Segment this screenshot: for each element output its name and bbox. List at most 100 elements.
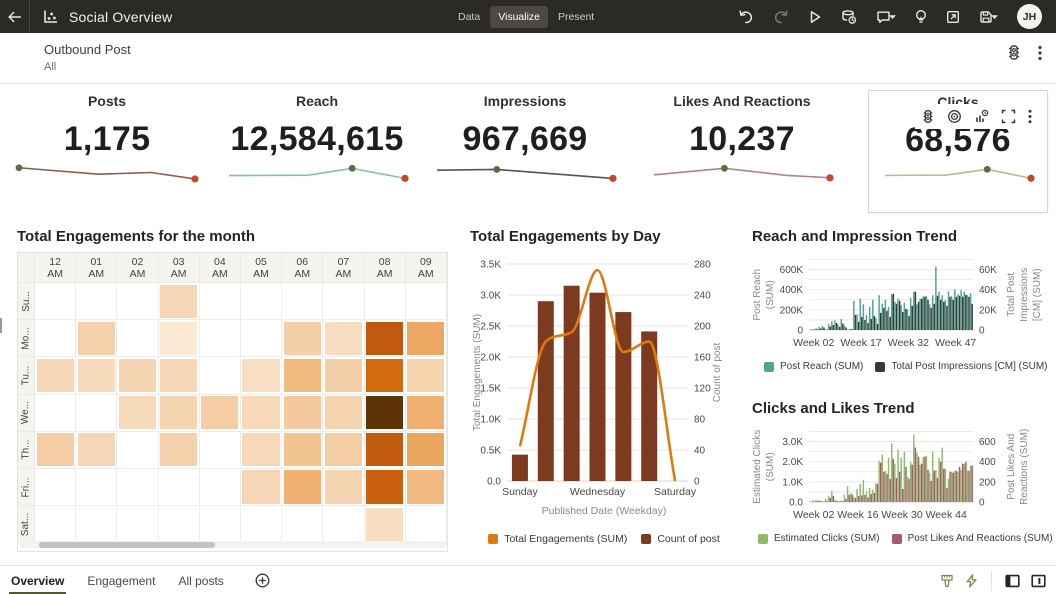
trend-bar-series1[interactable] bbox=[869, 307, 870, 330]
trend-bar-series1[interactable] bbox=[863, 304, 864, 330]
trend-bar-series2[interactable] bbox=[880, 463, 881, 502]
trend-bar-series2[interactable] bbox=[883, 472, 884, 502]
combo-bar[interactable] bbox=[538, 301, 554, 481]
trend-bar-series1[interactable] bbox=[825, 499, 826, 502]
trend-bar-series1[interactable] bbox=[885, 300, 886, 330]
trend-bar-series2[interactable] bbox=[845, 499, 846, 502]
heatmap-cell[interactable] bbox=[159, 469, 200, 506]
heatmap-cell[interactable] bbox=[35, 432, 76, 469]
trend-bar-series1[interactable] bbox=[834, 500, 835, 502]
heatmap-cell[interactable] bbox=[200, 469, 241, 506]
trend-bar-series2[interactable] bbox=[927, 470, 928, 502]
trend-bar-series1[interactable] bbox=[897, 450, 898, 502]
trend-bar-series2[interactable] bbox=[877, 324, 878, 330]
trend-bar-series2[interactable] bbox=[830, 498, 831, 502]
trend-bar-series2[interactable] bbox=[845, 327, 846, 330]
trend-bar-series2[interactable] bbox=[836, 323, 837, 330]
trend-bar-series1[interactable] bbox=[853, 301, 854, 330]
trend-bar-series2[interactable] bbox=[867, 323, 868, 330]
add-canvas-button[interactable] bbox=[253, 571, 272, 590]
trend-bar-series2[interactable] bbox=[959, 296, 960, 330]
trend-bar-series2[interactable] bbox=[855, 498, 856, 502]
heatmap-column-header[interactable]: 04 AM bbox=[200, 253, 241, 283]
trend-bar-series2[interactable] bbox=[893, 294, 894, 330]
trend-bar-series1[interactable] bbox=[859, 299, 860, 330]
kpi-tile-posts[interactable]: Posts1,175 bbox=[3, 90, 211, 213]
trend-bar-series1[interactable] bbox=[932, 295, 933, 330]
trend-bar-series1[interactable] bbox=[815, 328, 816, 330]
trend-bar-series1[interactable] bbox=[929, 304, 930, 330]
trend-bar-series1[interactable] bbox=[882, 455, 883, 502]
tab-present[interactable]: Present bbox=[550, 6, 602, 28]
heatmap-cell[interactable] bbox=[35, 357, 76, 394]
heatmap-cell[interactable] bbox=[241, 506, 282, 543]
trend-bar-series1[interactable] bbox=[828, 496, 829, 502]
combo-bar[interactable] bbox=[590, 293, 606, 481]
trend-bar-series2[interactable] bbox=[864, 320, 865, 330]
trend-bar-series2[interactable] bbox=[886, 474, 887, 502]
heatmap-cell[interactable] bbox=[200, 395, 241, 432]
heatmap-column-header[interactable]: 09 AM bbox=[406, 253, 447, 283]
heatmap-row-header[interactable]: Th... bbox=[18, 432, 35, 469]
trend-bar-series2[interactable] bbox=[886, 311, 887, 330]
trend-bar-series2[interactable] bbox=[833, 496, 834, 502]
heatmap-cell[interactable] bbox=[365, 320, 406, 357]
trend-bar-series1[interactable] bbox=[913, 292, 914, 330]
tile-auto-insights-button[interactable] bbox=[972, 107, 991, 126]
trend-bar-series2[interactable] bbox=[842, 323, 843, 330]
trend-bar-series2[interactable] bbox=[937, 478, 938, 502]
heatmap-cell[interactable] bbox=[76, 283, 117, 320]
trend-bar-series1[interactable] bbox=[891, 444, 892, 502]
undo-button[interactable] bbox=[735, 7, 757, 27]
trend-bar-series2[interactable] bbox=[889, 479, 890, 502]
trend-bar-series1[interactable] bbox=[916, 304, 917, 330]
trend-bar-series1[interactable] bbox=[844, 325, 845, 330]
heatmap-h-scroll-thumb[interactable] bbox=[39, 542, 215, 548]
heatmap-cell[interactable] bbox=[323, 320, 364, 357]
heatmap-cell[interactable] bbox=[406, 357, 447, 394]
trend-bar-series1[interactable] bbox=[888, 458, 889, 502]
trend-bar-series2[interactable] bbox=[962, 464, 963, 502]
heatmap-row-header[interactable]: Sat... bbox=[18, 506, 35, 543]
legend-item[interactable]: Estimated Clicks (SUM) bbox=[758, 533, 880, 544]
trend-bar-series2[interactable] bbox=[924, 457, 925, 502]
heatmap-cell[interactable] bbox=[76, 506, 117, 543]
trend-bar-series1[interactable] bbox=[923, 457, 924, 502]
trend-bar-series2[interactable] bbox=[937, 296, 938, 330]
trend-bar-series1[interactable] bbox=[945, 469, 946, 502]
trend-bar-series1[interactable] bbox=[831, 491, 832, 502]
trend-bar-series1[interactable] bbox=[859, 484, 860, 502]
trend-bar-series2[interactable] bbox=[949, 297, 950, 330]
legend-item[interactable]: Count of post bbox=[641, 533, 719, 545]
trend-bar-series1[interactable] bbox=[945, 300, 946, 330]
trend-bar-series2[interactable] bbox=[965, 462, 966, 502]
heatmap-cell[interactable] bbox=[406, 395, 447, 432]
trend-bar-series1[interactable] bbox=[910, 298, 911, 330]
canvas-tab-all-posts[interactable]: All posts bbox=[176, 566, 225, 594]
heatmap-row-header[interactable]: Tu... bbox=[18, 357, 35, 394]
theme-brush-button[interactable] bbox=[937, 571, 957, 591]
trend-bar-series2[interactable] bbox=[959, 467, 960, 502]
trend-bar-series1[interactable] bbox=[888, 307, 889, 330]
trend-bar-series2[interactable] bbox=[934, 471, 935, 502]
trend-bar-series2[interactable] bbox=[934, 304, 935, 330]
trend-bar-series1[interactable] bbox=[919, 299, 920, 330]
trend-bar-series1[interactable] bbox=[894, 464, 895, 502]
trend-bar-series1[interactable] bbox=[897, 299, 898, 330]
trend-bar-series1[interactable] bbox=[926, 296, 927, 330]
trend-bar-series2[interactable] bbox=[830, 326, 831, 330]
heatmap-panel[interactable]: 12 AM01 AM02 AM03 AM04 AM05 AM06 AM07 AM… bbox=[17, 252, 448, 552]
heatmap-column-header[interactable]: 06 AM bbox=[282, 253, 323, 283]
user-avatar[interactable]: JH bbox=[1017, 4, 1042, 29]
filter-bar-menu-button[interactable] bbox=[1036, 43, 1044, 63]
toggle-left-pane-button[interactable] bbox=[1002, 571, 1023, 591]
trend-bar-series1[interactable] bbox=[907, 477, 908, 502]
trend-bar-series2[interactable] bbox=[817, 501, 818, 502]
trend-bar-series1[interactable] bbox=[847, 486, 848, 502]
kpi-tile-likes-and-reactions[interactable]: Likes And Reactions10,237 bbox=[638, 90, 846, 213]
heatmap-cell[interactable] bbox=[159, 432, 200, 469]
tile-filter-button[interactable] bbox=[919, 107, 937, 126]
heatmap-column-header[interactable]: 08 AM bbox=[365, 253, 406, 283]
heatmap-cell[interactable] bbox=[406, 469, 447, 506]
trend-bar-series1[interactable] bbox=[935, 267, 936, 330]
